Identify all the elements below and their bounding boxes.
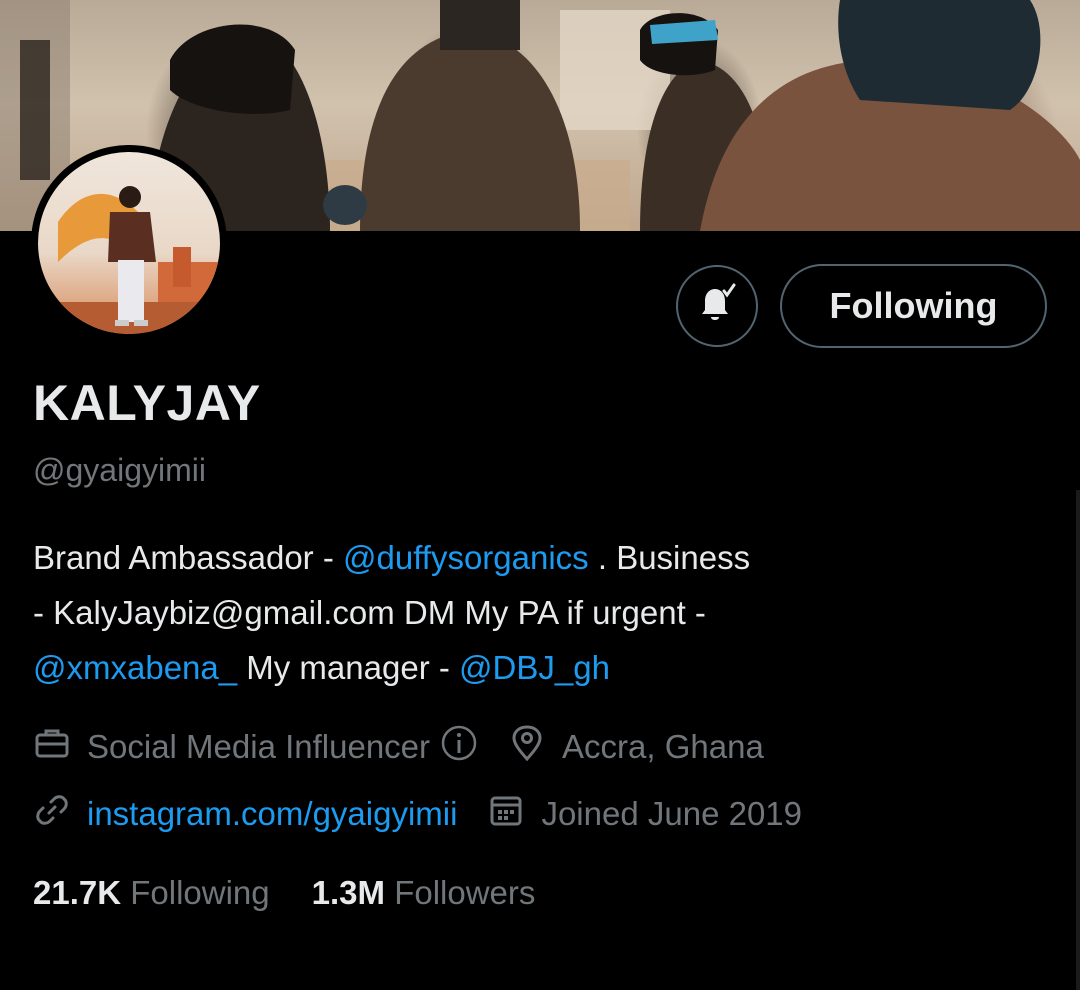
notifications-button[interactable] (676, 265, 758, 347)
location-item: Accra, Ghana (508, 724, 764, 770)
following-button-label: Following (829, 285, 998, 326)
info-icon[interactable] (430, 724, 478, 770)
following-count: 21.7K (33, 874, 122, 911)
bell-check-icon (694, 281, 740, 332)
calendar-icon (487, 791, 541, 837)
profile-bio: Brand Ambassador - @duffysorganics . Bus… (33, 530, 1043, 695)
scrollbar-track[interactable] (1076, 490, 1080, 990)
bio-text: Brand Ambassador - (33, 539, 343, 576)
location-pin-icon (508, 724, 562, 770)
bio-line-2: - KalyJaybiz@gmail.com DM My PA if urgen… (33, 594, 706, 631)
follow-stats: 21.7K Following 1.3M Followers (33, 874, 577, 912)
mention-link-xmxabena[interactable]: @xmxabena_ (33, 649, 237, 686)
bio-line-3: @xmxabena_ My manager - @DBJ_gh (33, 640, 1043, 695)
link-icon (33, 791, 87, 837)
briefcase-icon (33, 724, 87, 770)
bio-text: My manager - (237, 649, 460, 686)
avatar-photo (38, 152, 220, 334)
followers-label: Followers (394, 874, 536, 911)
location-label: Accra, Ghana (562, 728, 764, 765)
profile-meta-row-2: instagram.com/gyaigyimii Joined June 201… (33, 791, 802, 837)
bio-text: . Business (588, 539, 751, 576)
joined-item: Joined June 2019 (487, 791, 802, 837)
following-count-link[interactable]: 21.7K Following (33, 874, 270, 912)
mention-link-dbj-gh[interactable]: @DBJ_gh (459, 649, 610, 686)
profile-avatar[interactable] (31, 145, 227, 341)
followers-count-link[interactable]: 1.3M Followers (312, 874, 536, 912)
website-link[interactable]: instagram.com/gyaigyimii (87, 795, 457, 833)
category-label: Social Media Influencer (87, 728, 431, 765)
followers-count: 1.3M (311, 874, 386, 911)
website-item: instagram.com/gyaigyimii (33, 791, 457, 837)
user-handle: @gyaigyimii (33, 452, 206, 488)
following-label: Following (130, 874, 270, 911)
display-name: KALYJAY (33, 375, 261, 431)
profile-meta-row-1: Social Media Influencer Accra, Ghana (33, 724, 764, 770)
category-item: Social Media Influencer (33, 724, 478, 770)
mention-link-duffysorganics[interactable]: @duffysorganics (343, 539, 589, 576)
joined-label: Joined June 2019 (541, 795, 803, 832)
following-button[interactable]: Following (780, 264, 1047, 348)
bio-line-1: Brand Ambassador - @duffysorganics . Bus… (33, 530, 1043, 585)
